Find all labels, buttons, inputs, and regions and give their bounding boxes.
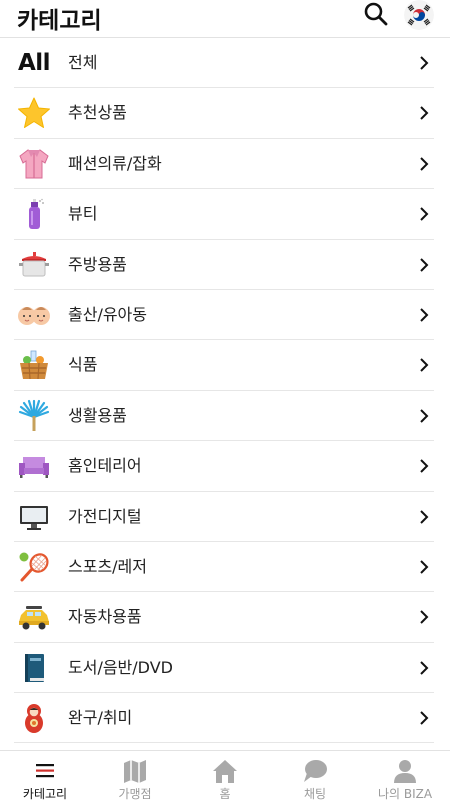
map-icon xyxy=(124,760,146,783)
category-label: 뷰티 xyxy=(68,204,98,224)
app-header: 카테고리 xyxy=(0,0,450,38)
tab-stores[interactable]: 가맹점 xyxy=(90,751,180,800)
tab-label: 나의 BIZA xyxy=(377,787,433,800)
category-label: 출산/유아동 xyxy=(68,304,147,324)
chat-icon xyxy=(304,760,327,782)
chevron-right-icon xyxy=(420,106,429,121)
category-label: 추천상품 xyxy=(68,103,127,123)
chevron-right-icon xyxy=(420,308,429,322)
category-label: 전체 xyxy=(68,53,98,72)
category-row-baby[interactable]: 출산/유아동 xyxy=(14,290,434,341)
category-row-electronics[interactable]: 가전디지털 xyxy=(14,492,434,542)
category-row-interior[interactable]: 홈인테리어 xyxy=(14,441,434,492)
category-row-fashion[interactable]: 패션의류/잡화 xyxy=(14,139,434,190)
tab-my-biza[interactable]: 나의 BIZA xyxy=(360,751,450,800)
search-icon[interactable] xyxy=(363,1,389,27)
clothing-icon xyxy=(16,147,52,181)
tab-label: 채팅 xyxy=(303,787,327,800)
category-label: 홈인테리어 xyxy=(68,456,142,476)
chevron-right-icon xyxy=(420,207,429,221)
user-icon xyxy=(394,760,416,783)
korea-flag-icon[interactable] xyxy=(404,0,434,30)
tab-label: 카테고리 xyxy=(22,787,68,800)
category-label: 스포츠/레저 xyxy=(68,556,147,576)
category-row-automotive[interactable]: 자동차용품 xyxy=(14,592,434,643)
bottom-tab-bar: 카테고리 가맹점 홈 채팅 나의 BIZA xyxy=(0,750,450,800)
chevron-right-icon xyxy=(420,157,429,171)
chevron-right-icon xyxy=(420,509,429,524)
chevron-right-icon xyxy=(420,56,429,70)
home-icon xyxy=(213,760,237,783)
category-row-food[interactable]: 식품 xyxy=(14,340,434,391)
category-label: 패션의류/잡화 xyxy=(68,153,162,173)
category-label: 생활용품 xyxy=(68,405,127,425)
category-row-beauty[interactable]: 뷰티 xyxy=(14,189,434,240)
doll-icon xyxy=(16,701,52,735)
all-text-icon: All xyxy=(17,50,51,76)
food-basket-icon xyxy=(16,348,52,382)
perfume-icon xyxy=(16,197,52,231)
category-label: 가전디지털 xyxy=(68,506,142,526)
book-icon xyxy=(16,651,52,685)
tab-label: 가맹점 xyxy=(118,787,152,800)
chevron-right-icon xyxy=(420,560,429,574)
sofa-icon xyxy=(16,449,52,483)
tab-chat[interactable]: 채팅 xyxy=(270,751,360,800)
babies-icon xyxy=(16,298,52,332)
tennis-icon xyxy=(16,550,52,584)
category-row-sports[interactable]: 스포츠/레저 xyxy=(14,542,434,593)
chevron-right-icon xyxy=(420,257,429,272)
category-label: 주방용품 xyxy=(68,254,127,274)
tab-category[interactable]: 카테고리 xyxy=(0,751,90,800)
tab-home[interactable]: 홈 xyxy=(180,751,270,800)
category-list: All 전체 추천상품 패션의류/잡화 뷰티 주방용품 출산/유아동 식품 생활… xyxy=(0,38,450,744)
category-label: 도서/음반/DVD xyxy=(68,657,173,677)
chevron-right-icon xyxy=(420,711,429,725)
category-row-recommended[interactable]: 추천상품 xyxy=(14,88,434,139)
category-label: 식품 xyxy=(68,355,98,375)
duster-icon xyxy=(16,399,52,433)
category-row-kitchen[interactable]: 주방용품 xyxy=(14,240,434,290)
tab-label: 홈 xyxy=(219,787,231,800)
page-title: 카테고리 xyxy=(17,8,102,34)
category-row-household[interactable]: 생활용품 xyxy=(14,391,434,442)
chevron-right-icon xyxy=(420,358,429,373)
category-row-all[interactable]: All 전체 xyxy=(14,38,434,89)
menu-icon xyxy=(36,764,54,778)
pot-icon xyxy=(16,248,52,282)
car-icon xyxy=(16,600,52,634)
chevron-right-icon xyxy=(420,409,429,423)
category-row-books[interactable]: 도서/음반/DVD xyxy=(14,643,434,694)
chevron-right-icon xyxy=(420,660,429,675)
category-row-toys[interactable]: 완구/취미 xyxy=(14,693,434,744)
star-icon xyxy=(16,96,52,130)
category-label: 완구/취미 xyxy=(68,708,133,728)
chevron-right-icon xyxy=(420,459,429,473)
category-label: 자동차용품 xyxy=(68,607,142,627)
monitor-icon xyxy=(16,500,52,534)
chevron-right-icon xyxy=(420,610,429,625)
